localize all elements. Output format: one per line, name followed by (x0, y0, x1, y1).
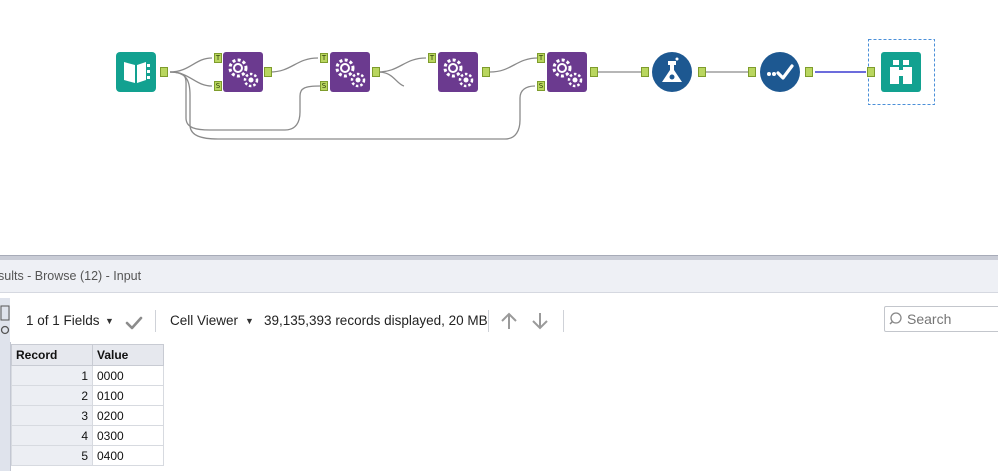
anchor-label: T (429, 54, 435, 62)
browse-tool[interactable] (881, 52, 921, 92)
results-panel: sults - Browse (12) - Input 1 of 1 Field… (0, 260, 998, 471)
input-anchor-s[interactable]: S (320, 81, 328, 91)
input-anchor-t[interactable]: T (537, 53, 545, 63)
input-anchor-s[interactable]: S (537, 81, 545, 91)
side-tab-icon (0, 305, 10, 335)
record-cell[interactable]: 2 (11, 385, 93, 406)
column-header-record[interactable]: Record (11, 344, 93, 366)
results-title: sults - Browse (12) - Input (0, 269, 142, 283)
search-icon (889, 312, 902, 325)
output-anchor[interactable] (590, 67, 598, 77)
output-anchor[interactable] (805, 67, 813, 77)
value-cell[interactable]: 0100 (92, 385, 164, 406)
value-cell[interactable]: 0300 (92, 425, 164, 446)
arrow-down-icon[interactable] (531, 311, 549, 331)
input-anchor-t[interactable]: T (428, 53, 436, 63)
toolbar-separator (488, 310, 489, 332)
results-toolbar: 1 of 1 Fields ▼ Cell Viewer ▼ 39,135,393… (10, 298, 998, 342)
value-cell[interactable]: 0000 (92, 365, 164, 386)
workflow-canvas[interactable]: T S T S T T S (0, 0, 998, 255)
output-anchor[interactable] (160, 67, 168, 77)
output-anchor[interactable] (372, 67, 380, 77)
gears-icon (438, 52, 478, 92)
gears-icon (330, 52, 370, 92)
anchor-label: T (538, 54, 544, 62)
input-anchor-s[interactable]: S (214, 81, 222, 91)
batch-macro-tool-1[interactable] (223, 52, 263, 92)
table-row[interactable]: 5 0400 (11, 445, 164, 466)
select-records-tool[interactable] (760, 52, 800, 92)
toolbar-separator (155, 310, 156, 332)
search-box[interactable] (884, 306, 998, 332)
record-cell[interactable]: 4 (11, 425, 93, 446)
header-row: Record Value (11, 344, 164, 366)
input-anchor[interactable] (748, 67, 756, 77)
column-header-value[interactable]: Value (92, 344, 164, 366)
value-cell[interactable]: 0400 (92, 445, 164, 466)
anchor-label: S (321, 82, 327, 90)
input-anchor[interactable] (867, 67, 875, 77)
input-anchor-t[interactable]: T (320, 53, 328, 63)
batch-macro-tool-4[interactable] (547, 52, 587, 92)
output-anchor[interactable] (264, 67, 272, 77)
output-anchor[interactable] (698, 67, 706, 77)
table-row[interactable]: 1 0000 (11, 365, 164, 386)
input-anchor[interactable] (641, 67, 649, 77)
value-cell[interactable]: 0200 (92, 405, 164, 426)
table-row[interactable]: 4 0300 (11, 425, 164, 446)
batch-macro-tool-2[interactable] (330, 52, 370, 92)
record-cell[interactable]: 1 (11, 365, 93, 386)
fields-selector[interactable]: 1 of 1 Fields (26, 313, 100, 328)
search-input[interactable] (907, 310, 998, 328)
book-icon (116, 52, 156, 92)
anchor-label: T (215, 54, 221, 62)
arrow-up-icon[interactable] (500, 311, 518, 331)
connection-lines (169, 39, 935, 140)
batch-macro-tool-3[interactable] (438, 52, 478, 92)
anchor-label: S (215, 82, 221, 90)
results-grid: Record Value 1 0000 2 0100 3 0200 4 0300 (11, 344, 164, 466)
table-row[interactable]: 3 0200 (11, 405, 164, 426)
cell-viewer-selector[interactable]: Cell Viewer (170, 313, 238, 328)
record-cell[interactable]: 5 (11, 445, 93, 466)
binoculars-icon (881, 52, 921, 92)
input-anchor-t[interactable]: T (214, 53, 222, 63)
records-info: 39,135,393 records displayed, 20 MB (264, 313, 488, 328)
anchor-label: S (538, 82, 544, 90)
check-dots-icon (760, 52, 800, 92)
formula-tool[interactable] (652, 52, 692, 92)
anchor-label: T (321, 54, 327, 62)
output-anchor[interactable] (482, 67, 490, 77)
gears-icon (223, 52, 263, 92)
table-row[interactable]: 2 0100 (11, 385, 164, 406)
cell-viewer-dropdown-icon[interactable]: ▼ (245, 316, 254, 326)
record-cell[interactable]: 3 (11, 405, 93, 426)
results-header: sults - Browse (12) - Input (0, 260, 998, 293)
gears-icon (547, 52, 587, 92)
fields-dropdown-icon[interactable]: ▼ (105, 316, 114, 326)
flask-icon (652, 52, 692, 92)
input-data-tool[interactable] (116, 52, 156, 92)
toolbar-separator (563, 310, 564, 332)
check-icon[interactable] (125, 316, 143, 330)
